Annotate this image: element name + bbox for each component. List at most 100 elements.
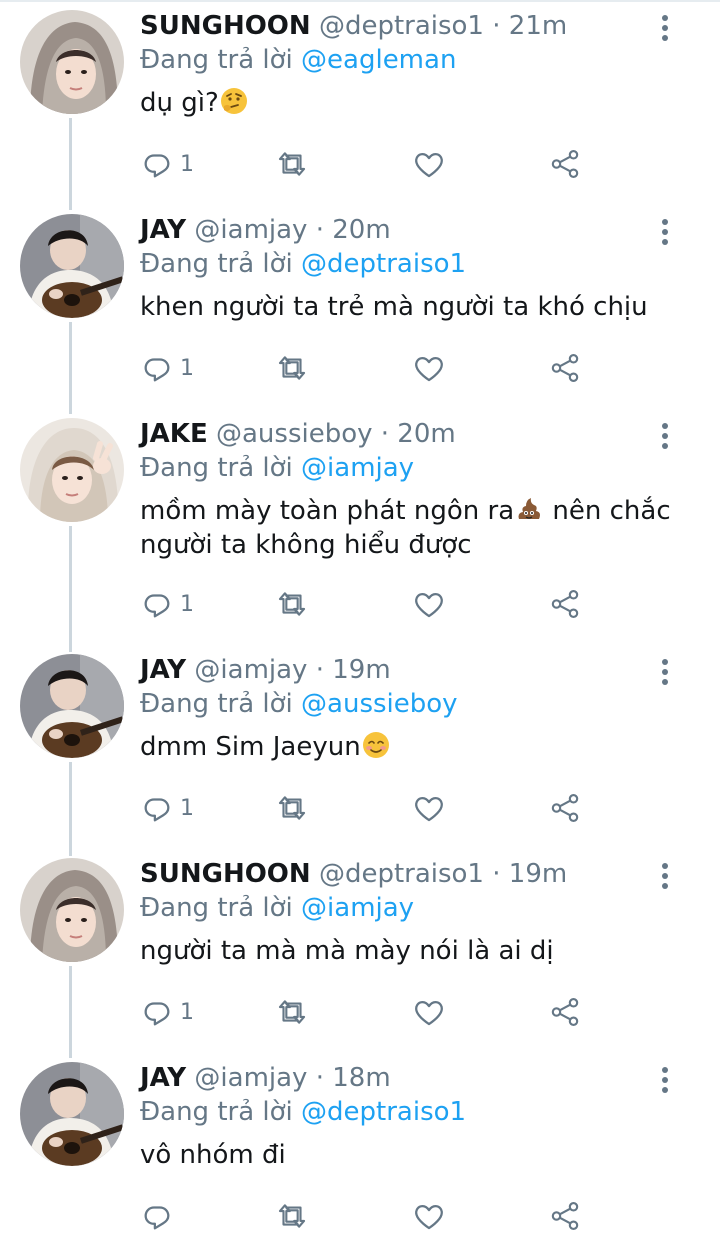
reply-prefix: Đang trả lời	[140, 689, 293, 719]
reply-button[interactable]: 1	[140, 992, 194, 1032]
display-name[interactable]: JAY	[140, 1063, 186, 1093]
retweet-button[interactable]	[275, 144, 309, 184]
like-button[interactable]	[412, 992, 446, 1032]
action-bar: 1	[140, 788, 700, 828]
reply-button[interactable]: 1	[140, 144, 194, 184]
avatar[interactable]	[20, 1062, 124, 1166]
handle[interactable]: @deptraiso1	[319, 11, 484, 41]
mention-link[interactable]: @iamjay	[301, 453, 414, 483]
handle[interactable]: @iamjay	[194, 215, 307, 245]
avatar[interactable]	[20, 418, 124, 522]
reply-context: Đang trả lời @deptraiso1	[140, 1096, 466, 1128]
tweet-header: SUNGHOON @deptraiso1 · 21m	[140, 10, 567, 42]
more-icon[interactable]	[652, 656, 678, 690]
reply-icon	[140, 587, 174, 621]
tweet[interactable]: SUNGHOON @deptraiso1 · 21m Đang trả lời …	[0, 0, 720, 204]
share-button[interactable]	[548, 144, 582, 184]
retweet-icon	[275, 791, 309, 825]
retweet-button[interactable]	[275, 1196, 309, 1236]
avatar[interactable]	[20, 214, 124, 318]
mention-link[interactable]: @deptraiso1	[301, 249, 466, 279]
reply-icon	[140, 791, 174, 825]
reply-context: Đang trả lời @deptraiso1	[140, 248, 466, 280]
display-name[interactable]: JAKE	[140, 419, 208, 449]
tweet-text: người ta mà mà mày nói là ai dị	[140, 934, 700, 968]
tweet[interactable]: JAKE @aussieboy · 20m Đang trả lời @iamj…	[0, 408, 720, 644]
timestamp[interactable]: · 19m	[492, 859, 567, 889]
share-icon	[548, 587, 582, 621]
tweet[interactable]: JAY @iamjay · 18m Đang trả lời @deptrais…	[0, 1052, 720, 1230]
reply-context: Đang trả lời @iamjay	[140, 452, 414, 484]
mention-link[interactable]: @aussieboy	[301, 689, 458, 719]
retweet-button[interactable]	[275, 788, 309, 828]
reply-prefix: Đang trả lời	[140, 249, 293, 279]
reply-count: 1	[180, 795, 194, 821]
reply-prefix: Đang trả lời	[140, 1097, 293, 1127]
more-icon[interactable]	[652, 860, 678, 894]
retweet-icon	[275, 995, 309, 1029]
reply-button[interactable]: 1	[140, 584, 194, 624]
share-button[interactable]	[548, 992, 582, 1032]
share-button[interactable]	[548, 788, 582, 828]
tweet-text: khen người ta trẻ mà người ta khó chịu	[140, 290, 700, 324]
tweet-text-content: khen người ta trẻ mà người ta khó chịu	[140, 292, 648, 322]
reply-count: 1	[180, 999, 194, 1025]
timestamp[interactable]: · 19m	[316, 655, 391, 685]
display-name[interactable]: JAY	[140, 655, 186, 685]
share-button[interactable]	[548, 584, 582, 624]
tweet-text: mồm mày toàn phát ngôn ra nên chắc người…	[140, 494, 700, 562]
tweet-text-content: dụ gì?	[140, 88, 219, 118]
handle[interactable]: @deptraiso1	[319, 859, 484, 889]
retweet-icon	[275, 587, 309, 621]
more-icon[interactable]	[652, 1064, 678, 1098]
handle[interactable]: @aussieboy	[216, 419, 373, 449]
action-bar: 1	[140, 348, 700, 388]
more-icon[interactable]	[652, 12, 678, 46]
retweet-button[interactable]	[275, 584, 309, 624]
tweet-text: vô nhóm đi	[140, 1138, 700, 1172]
mention-link[interactable]: @eagleman	[301, 45, 456, 75]
more-icon[interactable]	[652, 216, 678, 250]
like-button[interactable]	[412, 788, 446, 828]
like-button[interactable]	[412, 584, 446, 624]
share-icon	[548, 1199, 582, 1233]
reply-button[interactable]: 1	[140, 788, 194, 828]
share-button[interactable]	[548, 348, 582, 388]
tweet-header: JAKE @aussieboy · 20m	[140, 418, 456, 450]
retweet-button[interactable]	[275, 348, 309, 388]
tweet[interactable]: SUNGHOON @deptraiso1 · 19m Đang trả lời …	[0, 848, 720, 1052]
like-button[interactable]	[412, 1196, 446, 1236]
display-name[interactable]: SUNGHOON	[140, 859, 311, 889]
reply-icon	[140, 1199, 174, 1233]
timestamp[interactable]: · 21m	[492, 11, 567, 41]
share-icon	[548, 147, 582, 181]
share-button[interactable]	[548, 1196, 582, 1236]
tweet[interactable]: JAY @iamjay · 19m Đang trả lời @aussiebo…	[0, 644, 720, 848]
timestamp[interactable]: · 20m	[316, 215, 391, 245]
like-button[interactable]	[412, 144, 446, 184]
mention-link[interactable]: @iamjay	[301, 893, 414, 923]
avatar[interactable]	[20, 10, 124, 114]
reply-button[interactable]: 1	[140, 348, 194, 388]
poop-icon	[514, 494, 544, 524]
tweet-text-content: dmm Sim Jaeyun	[140, 732, 361, 762]
reply-button[interactable]	[140, 1196, 180, 1236]
retweet-icon	[275, 351, 309, 385]
tweet-text-content: vô nhóm đi	[140, 1140, 286, 1170]
timestamp[interactable]: · 20m	[381, 419, 456, 449]
handle[interactable]: @iamjay	[194, 655, 307, 685]
tweet-text-content: người ta mà mà mày nói là ai dị	[140, 936, 554, 966]
like-button[interactable]	[412, 348, 446, 388]
display-name[interactable]: JAY	[140, 215, 186, 245]
avatar[interactable]	[20, 654, 124, 758]
more-icon[interactable]	[652, 420, 678, 454]
handle[interactable]: @iamjay	[194, 1063, 307, 1093]
tweet[interactable]: JAY @iamjay · 20m Đang trả lời @deptrais…	[0, 204, 720, 408]
retweet-button[interactable]	[275, 992, 309, 1032]
timestamp[interactable]: · 18m	[316, 1063, 391, 1093]
display-name[interactable]: SUNGHOON	[140, 11, 311, 41]
reply-count: 1	[180, 355, 194, 381]
avatar[interactable]	[20, 858, 124, 962]
retweet-icon	[275, 1199, 309, 1233]
mention-link[interactable]: @deptraiso1	[301, 1097, 466, 1127]
